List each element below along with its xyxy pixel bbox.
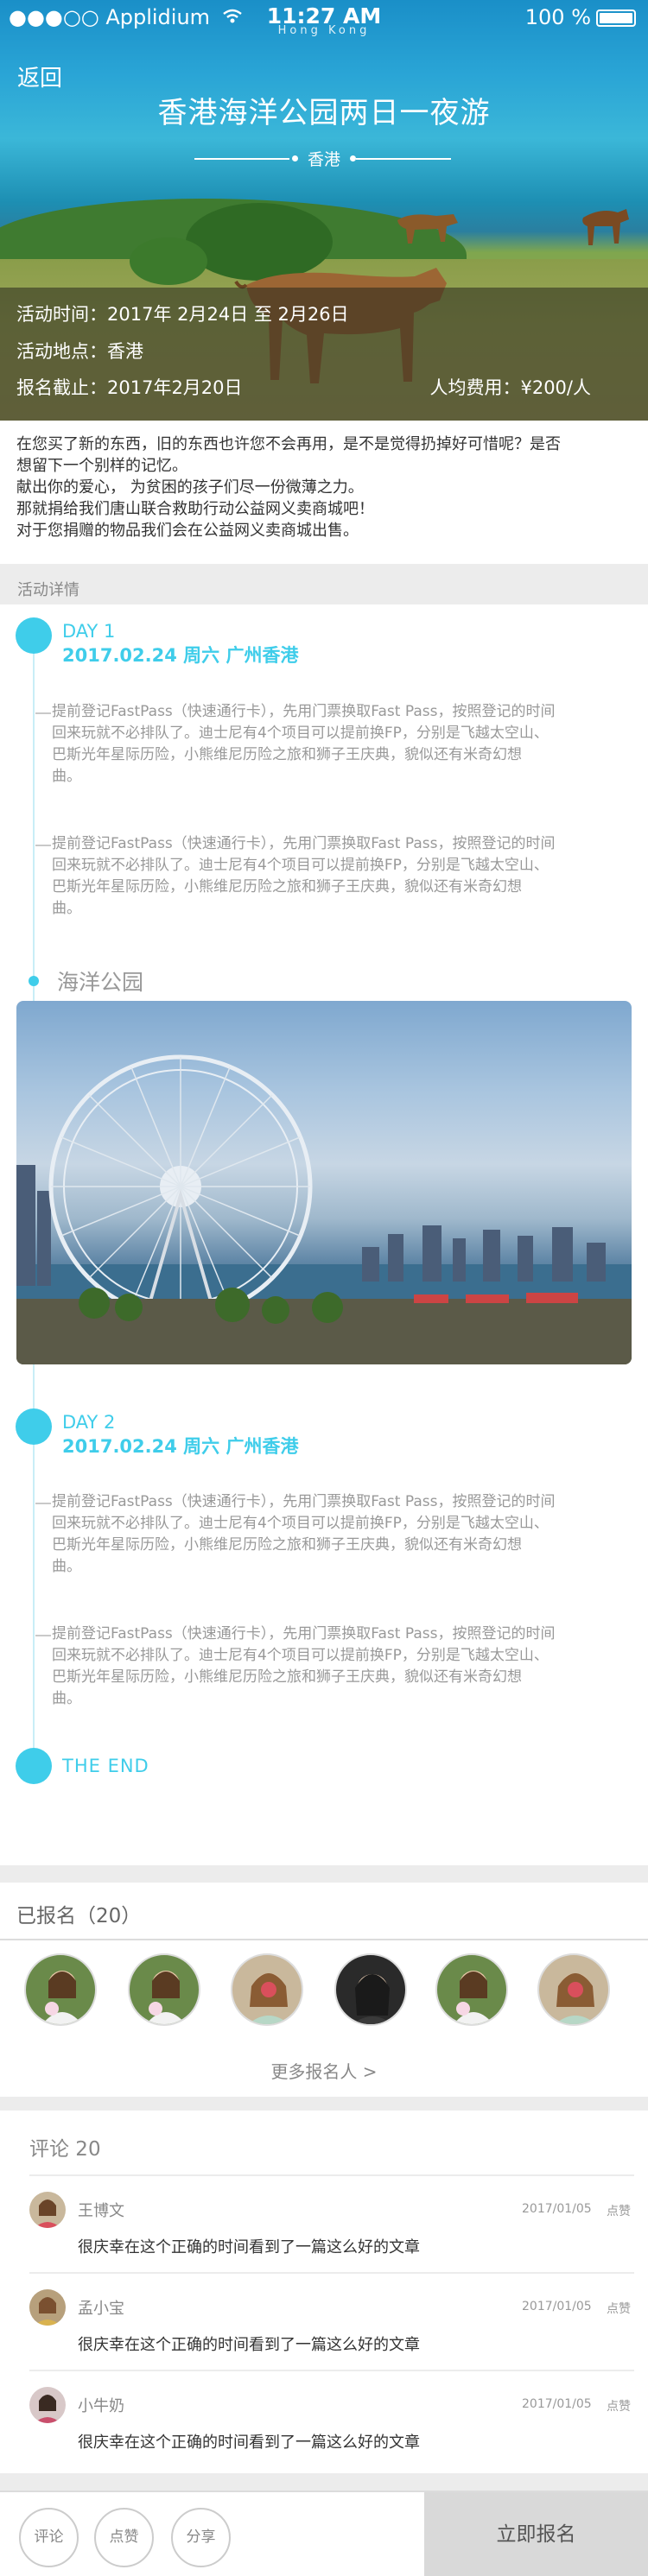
- activity-info-panel: 活动时间：2017年 2月24日 至 2月26日 活动地点：香港 报名截止：20…: [0, 288, 648, 421]
- status-bar: ●●●○○ Applidium 11:27 AM Hong Kong 100 %: [0, 0, 648, 37]
- day2-label: DAY 2: [62, 1412, 116, 1433]
- divider: [0, 1939, 648, 1940]
- avatar[interactable]: [537, 1953, 610, 2026]
- avatar[interactable]: [435, 1953, 508, 2026]
- comment-item: 孟小宝 2017/01/05 点赞 很庆幸在这个正确的时间看到了一篇这么好的文章: [29, 2272, 634, 2370]
- fee-per-person: 人均费用：¥200/人: [429, 377, 591, 398]
- cow-image: [582, 209, 629, 245]
- divider: [356, 158, 451, 160]
- comment-date: 2017/01/05: [522, 2397, 592, 2411]
- page-title: 香港海洋公园两日一夜游: [157, 96, 491, 130]
- like-button[interactable]: 点赞: [94, 2508, 154, 2567]
- intro-text: 在您买了新的东西，旧的东西也许您不会再用，是不是觉得扔掉好可惜呢？是否 想留下一…: [16, 434, 634, 541]
- timeline-tick: [35, 1503, 51, 1504]
- hero-banner: ●●●○○ Applidium 11:27 AM Hong Kong 100 %…: [0, 0, 648, 421]
- back-button[interactable]: 返回: [17, 60, 62, 92]
- section-gap: [0, 2097, 648, 2111]
- day2-paragraph-1: 提前登记FastPass（快速通行卡），先用门票换取Fast Pass，按照登记…: [52, 1493, 556, 1575]
- battery-icon: [596, 9, 636, 27]
- intro-line: 在您买了新的东西，旧的东西也许您不会再用，是不是觉得扔掉好可惜呢？是否: [16, 435, 561, 453]
- bottom-action-bar: 评论 点赞 分享 立即报名: [0, 2491, 648, 2576]
- activity-place: 活动地点：香港: [16, 341, 143, 362]
- place-name: 海洋公园: [57, 970, 144, 995]
- avatar[interactable]: [231, 1953, 303, 2026]
- more-signups-link[interactable]: 更多报名人 >: [0, 2058, 648, 2083]
- timeline-day-dot: [16, 1408, 52, 1445]
- comment-date: 2017/01/05: [522, 2202, 592, 2216]
- battery-label: 100 %: [524, 5, 591, 29]
- timeline-end-dot: [16, 1748, 52, 1784]
- timeline-place-dot: [29, 976, 39, 986]
- comment-text: 很庆幸在这个正确的时间看到了一篇这么好的文章: [78, 2336, 420, 2354]
- location-label: 香港: [307, 150, 340, 169]
- day2-paragraph-2: 提前登记FastPass（快速通行卡），先用门票换取Fast Pass，按照登记…: [52, 1625, 556, 1707]
- comment-author: 王博文: [78, 2202, 124, 2220]
- comment-author: 孟小宝: [78, 2300, 124, 2318]
- comments-title: 评论 20: [29, 2138, 101, 2161]
- timeline-end-label: THE END: [62, 1756, 149, 1776]
- avatar[interactable]: [334, 1953, 407, 2026]
- day2-date: 2017.02.24 周六 广州香港: [62, 1436, 299, 1457]
- section-gap: [0, 2473, 648, 2491]
- comment-text: 很庆幸在这个正确的时间看到了一篇这么好的文章: [78, 2434, 420, 2452]
- cow-image: [397, 214, 458, 244]
- like-button[interactable]: 点赞: [607, 2202, 631, 2219]
- comment-text: 很庆幸在这个正确的时间看到了一篇这么好的文章: [78, 2238, 420, 2256]
- comment-item: 小牛奶 2017/01/05 点赞 很庆幸在这个正确的时间看到了一篇这么好的文章: [29, 2370, 634, 2467]
- day1-label: DAY 1: [62, 621, 116, 642]
- day1-date: 2017.02.24 周六 广州香港: [62, 645, 299, 666]
- intro-line: 对于您捐赠的物品我们会在公益网义卖商城出售。: [16, 522, 359, 540]
- intro-line: 那就捐给我们唐山联合救助行动公益网义卖商城吧！: [16, 500, 374, 518]
- share-button[interactable]: 分享: [171, 2508, 231, 2567]
- tree-shape: [130, 237, 207, 285]
- like-button[interactable]: 点赞: [607, 2300, 631, 2317]
- comment-author: 小牛奶: [78, 2397, 124, 2415]
- signup-button[interactable]: 立即报名: [424, 2492, 648, 2576]
- activity-time: 活动时间：2017年 2月24日 至 2月26日: [16, 304, 349, 325]
- timeline-tick: [35, 845, 51, 846]
- avatar[interactable]: [24, 1953, 97, 2026]
- avatar[interactable]: [29, 2289, 66, 2326]
- signup-deadline: 报名截止：2017年2月20日: [16, 377, 243, 398]
- timeline-tick: [35, 1635, 51, 1636]
- intro-line: 想留下一个别样的记忆。: [16, 457, 187, 475]
- intro-line: 献出你的爱心， 为贫困的孩子们尽一份微薄之力。: [16, 478, 364, 497]
- day1-paragraph-1: 提前登记FastPass（快速通行卡），先用门票换取Fast Pass，按照登记…: [52, 703, 556, 785]
- comment-item: 王博文 2017/01/05 点赞 很庆幸在这个正确的时间看到了一篇这么好的文章: [29, 2174, 634, 2272]
- like-button[interactable]: 点赞: [607, 2397, 631, 2415]
- timeline-tick: [35, 712, 51, 714]
- day1-header: DAY 1 2017.02.24 周六 广州香港: [62, 619, 298, 668]
- signups-title: 已报名（20）: [16, 1905, 142, 1927]
- comment-date: 2017/01/05: [522, 2300, 592, 2313]
- section-header-details: 活动详情: [0, 564, 648, 604]
- avatar[interactable]: [29, 2387, 66, 2423]
- section-gap: [0, 1865, 648, 1883]
- divider-dot: [350, 155, 356, 161]
- day2-header: DAY 2 2017.02.24 周六 广州香港: [62, 1410, 298, 1459]
- ferris-wheel-photo: [16, 1001, 632, 1364]
- location-row: 香港: [0, 145, 648, 171]
- avatar[interactable]: [29, 2192, 66, 2228]
- comment-button[interactable]: 评论: [19, 2508, 79, 2567]
- timeline-day-dot: [16, 617, 52, 654]
- day1-paragraph-2: 提前登记FastPass（快速通行卡），先用门票换取Fast Pass，按照登记…: [52, 835, 556, 917]
- avatar[interactable]: [128, 1953, 200, 2026]
